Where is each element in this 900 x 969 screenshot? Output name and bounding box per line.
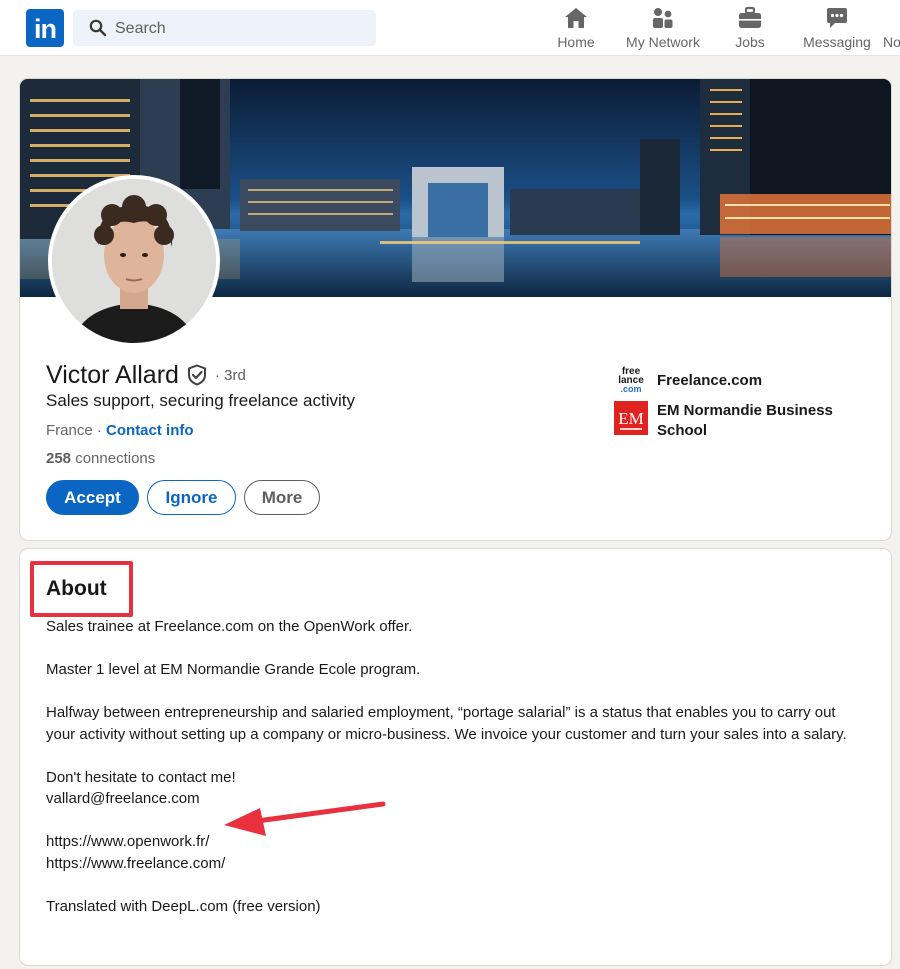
linkedin-logo[interactable]: in bbox=[26, 9, 64, 47]
avatar-photo bbox=[52, 179, 216, 343]
nav-label-messaging: Messaging bbox=[803, 34, 871, 50]
profile-location-line: France · Contact info bbox=[46, 422, 194, 439]
search-icon bbox=[89, 19, 107, 37]
about-paragraph: Translated with DeepL.com (free version) bbox=[46, 897, 321, 915]
profile-avatar[interactable] bbox=[48, 175, 220, 347]
search-placeholder: Search bbox=[115, 20, 166, 37]
about-link-freelance[interactable]: https://www.freelance.com/ bbox=[46, 855, 225, 872]
org-name-freelance: Freelance.com bbox=[657, 372, 763, 389]
nav-item-notifications[interactable]: No bbox=[883, 6, 900, 52]
profile-name-row: Victor Allard · 3rd bbox=[46, 359, 246, 391]
nav-item-home[interactable]: Home bbox=[556, 6, 596, 52]
annotation-highlight-box bbox=[30, 561, 133, 617]
em-normandie-logo-icon: EM bbox=[614, 401, 648, 435]
profile-name: Victor Allard bbox=[46, 360, 179, 389]
briefcase-icon bbox=[739, 6, 761, 28]
verified-shield-icon[interactable] bbox=[187, 364, 207, 386]
nav-item-messaging[interactable]: Messaging bbox=[802, 6, 872, 52]
about-paragraph: https://www.openwork.fr/ https://www.fre… bbox=[46, 831, 866, 874]
about-paragraph: Halfway between entrepreneurship and sal… bbox=[46, 704, 847, 743]
about-paragraph: Don't hesitate to contact me! vallard@fr… bbox=[46, 767, 866, 810]
nav-label-jobs: Jobs bbox=[735, 34, 765, 50]
about-text: Sales trainee at Freelance.com on the Op… bbox=[46, 616, 866, 939]
about-contact-line: Don't hesitate to contact me! bbox=[46, 768, 236, 786]
connections-label: connections bbox=[75, 450, 156, 467]
notifications-icon bbox=[883, 6, 900, 30]
profile-card: Victor Allard · 3rd Sales support, secur… bbox=[19, 78, 892, 541]
ignore-button[interactable]: Ignore bbox=[147, 480, 236, 515]
freelance-logo-icon: free lance .com bbox=[614, 363, 648, 397]
contact-info-link[interactable]: Contact info bbox=[106, 422, 194, 439]
accept-button[interactable]: Accept bbox=[46, 480, 139, 515]
org-name-em-normandie: EM Normandie Business School bbox=[657, 402, 833, 439]
org-em-normandie[interactable]: EM EM Normandie Business School bbox=[614, 401, 847, 441]
about-paragraph: Sales trainee at Freelance.com on the Op… bbox=[46, 618, 413, 635]
about-link-openwork[interactable]: https://www.openwork.fr/ bbox=[46, 833, 209, 850]
about-card: About Sales trainee at Freelance.com on … bbox=[19, 548, 892, 966]
nav-item-my-network[interactable]: My Network bbox=[624, 6, 702, 52]
em-logo-text: EM bbox=[618, 409, 644, 428]
annotation-arrow-icon bbox=[224, 801, 386, 836]
nav-label-my-network: My Network bbox=[626, 34, 700, 50]
nav-item-jobs[interactable]: Jobs bbox=[732, 6, 768, 52]
about-email: vallard@freelance.com bbox=[46, 790, 200, 807]
about-paragraph: Master 1 level at EM Normandie Grande Ec… bbox=[46, 661, 421, 678]
connection-degree: · 3rd bbox=[214, 366, 246, 384]
more-button[interactable]: More bbox=[244, 480, 320, 515]
nav-label-home: Home bbox=[557, 34, 595, 50]
search-input[interactable]: Search bbox=[73, 10, 376, 46]
messaging-icon bbox=[827, 8, 847, 28]
nav-label-notifications: No bbox=[883, 34, 900, 50]
connections-number: 258 bbox=[46, 450, 72, 467]
network-icon bbox=[653, 8, 673, 28]
profile-headline: Sales support, securing freelance activi… bbox=[46, 391, 355, 410]
org-freelance[interactable]: free lance .com Freelance.com bbox=[614, 363, 847, 397]
top-navigation-bar: in Search Home My Network Jobs Messaging… bbox=[0, 0, 900, 56]
home-icon bbox=[565, 8, 587, 28]
freelance-logo-text-3: .com bbox=[620, 384, 641, 394]
profile-location: France · bbox=[46, 422, 102, 439]
connections-count[interactable]: 258 connections bbox=[46, 450, 155, 467]
